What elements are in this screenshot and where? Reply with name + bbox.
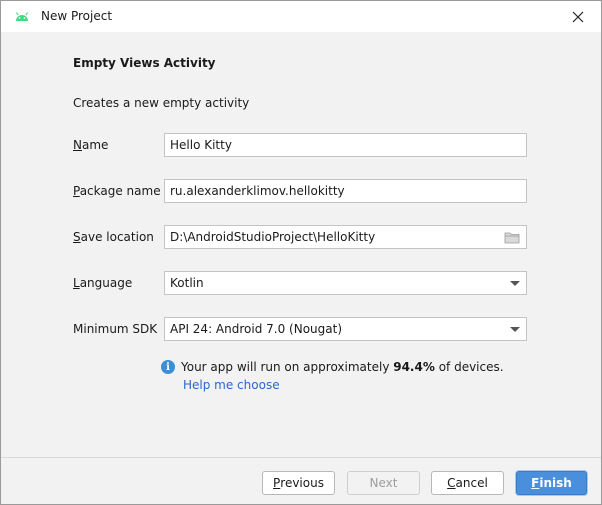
name-label-mnemonic: N	[73, 138, 82, 152]
previous-mnemonic: P	[273, 476, 281, 490]
cancel-rest: ancel	[455, 476, 488, 490]
chevron-down-icon	[510, 281, 520, 286]
package-name-value: ru.alexanderklimov.hellokitty	[170, 184, 345, 198]
chevron-down-icon	[510, 327, 520, 332]
cancel-mnemonic: C	[447, 476, 456, 490]
close-button[interactable]	[555, 1, 601, 32]
language-label-rest: anguage	[79, 276, 133, 290]
package-name-label: Package name	[73, 184, 161, 198]
package-label-rest: ackage name	[79, 184, 161, 198]
finish-rest: inish	[539, 476, 572, 490]
help-me-choose-link[interactable]: Help me choose	[183, 378, 280, 392]
window-title: New Project	[41, 9, 113, 23]
language-label-mnemonic: L	[73, 276, 80, 290]
name-field[interactable]: Hello Kitty	[164, 133, 527, 157]
name-label: Name	[73, 138, 108, 152]
language-dropdown[interactable]: Kotlin	[164, 271, 527, 295]
name-label-rest: ame	[81, 138, 109, 152]
info-icon: i	[161, 360, 175, 374]
device-coverage-info: i Your app will run on approximately 94.…	[161, 360, 504, 374]
new-project-dialog: New Project Empty Views Activity Creates…	[0, 0, 602, 505]
info-text-before: Your app will run on approximately	[181, 360, 394, 374]
name-value: Hello Kitty	[170, 138, 232, 152]
close-icon	[572, 11, 584, 22]
page-heading: Empty Views Activity	[73, 56, 216, 70]
minimum-sdk-value: API 24: Android 7.0 (Nougat)	[170, 322, 342, 336]
previous-rest: revious	[280, 476, 324, 490]
package-label-mnemonic: P	[73, 184, 80, 198]
folder-icon[interactable]	[504, 231, 520, 244]
android-icon	[15, 12, 29, 21]
package-name-field[interactable]: ru.alexanderklimov.hellokitty	[164, 179, 527, 203]
location-label-rest: ave location	[80, 230, 154, 244]
dialog-content: Empty Views Activity Creates a new empty…	[1, 32, 601, 457]
next-button[interactable]: Next	[347, 471, 420, 495]
language-value: Kotlin	[170, 276, 204, 290]
finish-button[interactable]: Finish	[516, 471, 587, 495]
page-description: Creates a new empty activity	[73, 96, 250, 110]
dialog-footer: Previous Next Cancel Finish	[1, 457, 601, 504]
finish-mnemonic: F	[531, 476, 540, 490]
save-location-label: Save location	[73, 230, 154, 244]
cancel-button[interactable]: Cancel	[431, 471, 504, 495]
language-label: Language	[73, 276, 132, 290]
save-location-value: D:\AndroidStudioProject\HelloKitty	[170, 230, 376, 244]
minimum-sdk-dropdown[interactable]: API 24: Android 7.0 (Nougat)	[164, 317, 527, 341]
info-text-after: of devices.	[434, 360, 504, 374]
location-label-mnemonic: S	[73, 230, 81, 244]
previous-button[interactable]: Previous	[262, 471, 335, 495]
title-bar: New Project	[1, 1, 601, 32]
save-location-field[interactable]: D:\AndroidStudioProject\HelloKitty	[164, 225, 527, 249]
coverage-percent: 94.4%	[393, 360, 435, 374]
minimum-sdk-label: Minimum SDK	[73, 322, 158, 336]
